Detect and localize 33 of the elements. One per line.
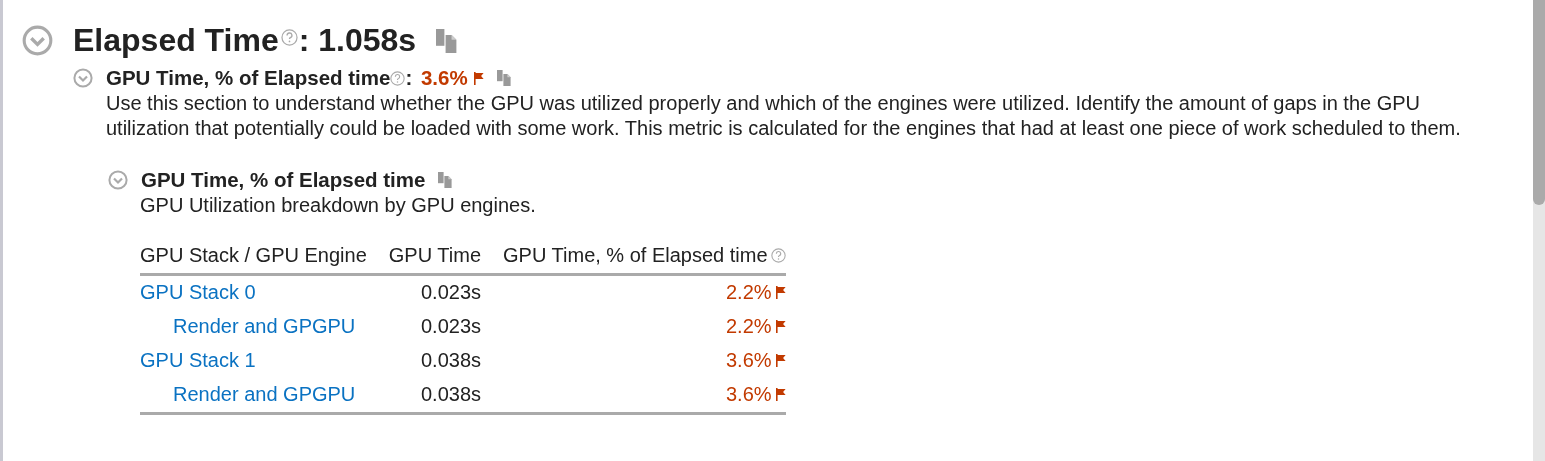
help-icon[interactable] — [280, 29, 298, 46]
help-icon[interactable] — [770, 247, 786, 263]
copy-icon[interactable] — [497, 70, 511, 86]
scrollbar-thumb[interactable] — [1533, 0, 1545, 205]
subsection-value: : 3.6% — [405, 65, 468, 91]
group-title: GPU Time, % of Elapsed time — [141, 167, 426, 194]
percent-cell: 2.2% — [725, 314, 772, 338]
engine-link[interactable]: Render and GPGPU — [173, 314, 356, 337]
section-value: : 1.058s — [298, 22, 417, 59]
time-cell: 0.023s — [420, 280, 481, 303]
group-description: GPU Utilization breakdown by GPU engines. — [140, 193, 537, 218]
stack-link[interactable]: GPU Stack 0 — [140, 280, 256, 303]
column-header[interactable]: GPU Stack / GPU Engine — [140, 243, 367, 267]
collapse-icon[interactable] — [108, 170, 128, 191]
time-cell: 0.038s — [420, 348, 481, 371]
engine-link[interactable]: Render and GPGPU — [173, 382, 356, 405]
copy-icon[interactable] — [438, 172, 452, 189]
time-cell: 0.038s — [420, 382, 481, 405]
scrollbar[interactable] — [1533, 0, 1545, 461]
percent-cell: 3.6% — [725, 348, 772, 372]
section-title: Elapsed Time — [73, 22, 279, 59]
collapse-icon[interactable] — [22, 25, 53, 56]
subsection-title: GPU Time, % of Elapsed time — [106, 65, 391, 91]
description-text: Use this section to understand whether the GPU was utilized properly and which of the engines were utilized. Identify the amount of gaps in the GPU utilization that potentially could be loaded with some work. This metric is calculated for the engines that had at least one piece of work scheduled to them. — [106, 91, 1462, 141]
column-header[interactable]: GPU Time, % of Elapsed time — [503, 243, 768, 267]
stack-link[interactable]: GPU Stack 1 — [140, 348, 256, 371]
copy-icon[interactable] — [436, 28, 457, 53]
percent-cell: 3.6% — [725, 382, 772, 406]
collapse-icon[interactable] — [73, 68, 93, 88]
percent-cell: 2.2% — [725, 280, 772, 304]
time-cell: 0.023s — [420, 314, 481, 337]
column-header[interactable]: GPU Time — [388, 243, 481, 267]
help-icon[interactable] — [390, 70, 406, 86]
